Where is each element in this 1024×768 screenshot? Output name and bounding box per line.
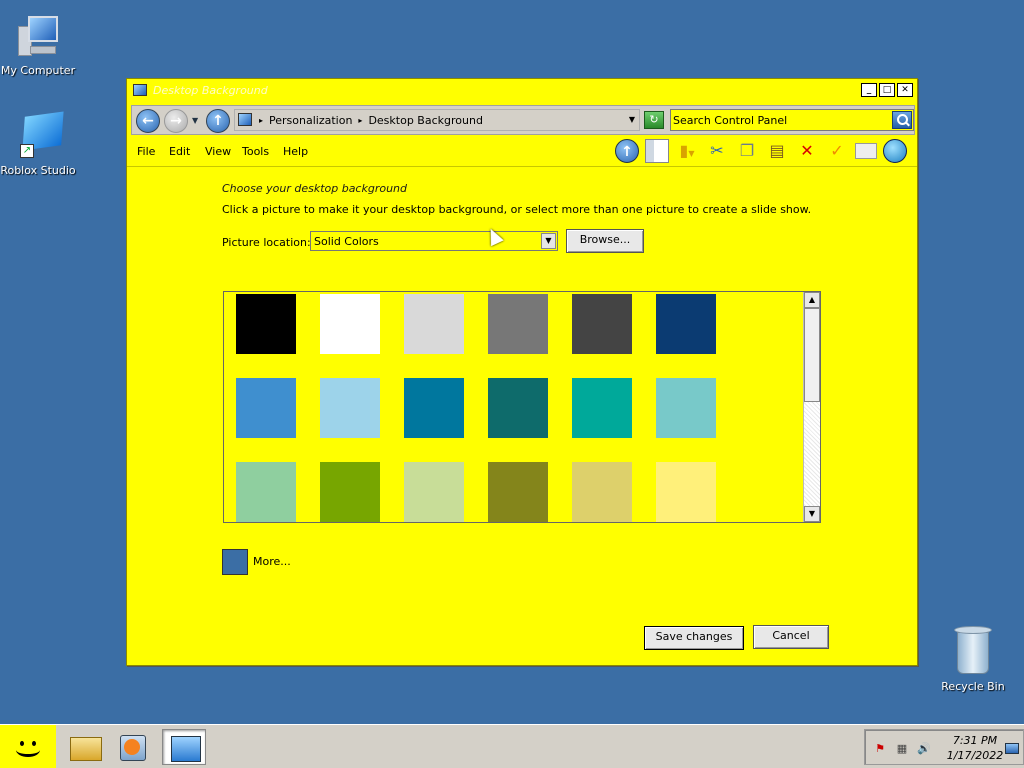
- color-swatch[interactable]: [656, 378, 716, 438]
- clock-date[interactable]: 1/17/2022: [945, 749, 1005, 762]
- paste-icon[interactable]: ▤: [765, 139, 789, 163]
- desktop-background-window: Desktop Background _ □ ✕ ← → ▼ ↑ ▸ Perso…: [126, 78, 918, 666]
- chevron-down-icon[interactable]: ▼: [541, 233, 556, 249]
- color-swatch[interactable]: [404, 294, 464, 354]
- color-swatch[interactable]: [320, 378, 380, 438]
- page-description: Click a picture to make it your desktop …: [222, 203, 812, 216]
- title-bar[interactable]: Desktop Background _ □ ✕: [127, 79, 917, 103]
- desktop-icon-label: Recycle Bin: [941, 680, 1005, 693]
- chevron-down-icon[interactable]: ▼: [629, 115, 635, 124]
- color-swatch[interactable]: [572, 378, 632, 438]
- color-swatch[interactable]: [320, 294, 380, 354]
- scroll-down-button[interactable]: ▼: [804, 506, 820, 522]
- color-swatch[interactable]: [656, 462, 716, 522]
- computer-icon: [14, 14, 62, 62]
- start-button[interactable]: [0, 725, 56, 768]
- desktop-icon-recycle-bin[interactable]: Recycle Bin: [935, 624, 1011, 693]
- more-color-swatch[interactable]: [222, 549, 248, 575]
- more-link[interactable]: More...: [253, 555, 291, 568]
- recycle-bin-icon: [950, 624, 996, 678]
- control-panel-icon: [133, 84, 147, 96]
- desktop-icon-my-computer[interactable]: My Computer: [0, 14, 76, 77]
- back-button[interactable]: ←: [136, 109, 160, 133]
- system-tray: ⚑ ▦ 🔊 7:31 PM 1/17/2022: [864, 729, 1024, 765]
- folders-icon[interactable]: ▮▼: [675, 139, 699, 163]
- show-desktop-button[interactable]: [1005, 743, 1019, 754]
- minimize-button[interactable]: _: [861, 83, 877, 97]
- color-swatch[interactable]: [236, 294, 296, 354]
- menu-edit[interactable]: Edit: [169, 145, 190, 158]
- desktop-icon-label: Roblox Studio: [0, 164, 76, 177]
- scrollbar[interactable]: ▲ ▼: [803, 292, 820, 522]
- menu-bar: File Edit View Tools Help ↑ ▮▼ ✂ ❐ ▤ ✕ ✓: [127, 137, 917, 167]
- page-heading: Choose your desktop background: [222, 182, 408, 195]
- address-row: ← → ▼ ↑ ▸ Personalization ▸ Desktop Back…: [131, 105, 915, 135]
- volume-icon[interactable]: 🔊: [917, 742, 931, 756]
- media-player-icon[interactable]: [110, 729, 154, 765]
- picture-location-label: Picture location:: [222, 236, 311, 249]
- menu-view[interactable]: View: [205, 145, 231, 158]
- roblox-studio-icon: ↗: [12, 111, 64, 162]
- cancel-button[interactable]: Cancel: [753, 625, 829, 649]
- color-swatch[interactable]: [236, 462, 296, 522]
- action-center-icon[interactable]: ⚑: [873, 742, 887, 756]
- explorer-icon[interactable]: [62, 729, 106, 765]
- close-button[interactable]: ✕: [897, 83, 913, 97]
- menu-file[interactable]: File: [137, 145, 155, 158]
- network-icon[interactable]: ▦: [895, 742, 909, 756]
- browse-button[interactable]: Browse...: [566, 229, 644, 253]
- check-icon[interactable]: ✓: [825, 139, 849, 163]
- breadcrumb-desktop-background[interactable]: Desktop Background: [368, 114, 483, 127]
- copy-icon[interactable]: ❐: [735, 139, 759, 163]
- color-swatch[interactable]: [404, 462, 464, 522]
- search-box[interactable]: [670, 109, 914, 131]
- picture-list: ▲ ▼: [223, 291, 821, 523]
- menu-help[interactable]: Help: [283, 145, 308, 158]
- scroll-up-button[interactable]: ▲: [804, 292, 820, 308]
- breadcrumb-personalization[interactable]: Personalization: [269, 114, 352, 127]
- menu-tools[interactable]: Tools: [242, 145, 269, 158]
- control-panel-icon: [238, 113, 252, 126]
- scroll-thumb[interactable]: [804, 308, 820, 402]
- cut-icon[interactable]: ✂: [705, 139, 729, 163]
- properties-icon[interactable]: [855, 143, 877, 159]
- color-swatch[interactable]: [488, 462, 548, 522]
- address-bar[interactable]: ▸ Personalization ▸ Desktop Background ▼: [234, 109, 640, 131]
- delete-icon[interactable]: ✕: [795, 139, 819, 163]
- color-swatch[interactable]: [236, 378, 296, 438]
- up-icon[interactable]: ↑: [615, 139, 639, 163]
- up-button[interactable]: ↑: [206, 109, 230, 133]
- chevron-right-icon: ▸: [259, 116, 264, 125]
- color-swatch[interactable]: [320, 462, 380, 522]
- color-swatch[interactable]: [488, 294, 548, 354]
- refresh-button[interactable]: ↻: [644, 111, 664, 129]
- smiley-icon: [10, 729, 46, 765]
- maximize-button[interactable]: □: [879, 83, 895, 97]
- control-panel-icon[interactable]: [162, 729, 206, 765]
- color-swatch[interactable]: [572, 462, 632, 522]
- picture-location-select[interactable]: Solid Colors ▼: [310, 231, 558, 251]
- search-icon[interactable]: [892, 111, 912, 129]
- save-changes-button[interactable]: Save changes: [644, 626, 744, 650]
- forward-button[interactable]: →: [164, 109, 188, 133]
- taskbar: ⚑ ▦ 🔊 7:31 PM 1/17/2022: [0, 724, 1024, 768]
- color-swatch[interactable]: [572, 294, 632, 354]
- picture-location-value: Solid Colors: [314, 235, 379, 248]
- color-swatch[interactable]: [404, 378, 464, 438]
- search-input[interactable]: [673, 112, 887, 128]
- color-swatch[interactable]: [488, 378, 548, 438]
- chevron-right-icon: ▸: [358, 116, 363, 125]
- panes-icon[interactable]: [645, 139, 669, 163]
- desktop-icon-label: My Computer: [0, 64, 76, 77]
- clock-time[interactable]: 7:31 PM: [947, 734, 1003, 747]
- window-title: Desktop Background: [153, 84, 268, 97]
- color-swatch[interactable]: [656, 294, 716, 354]
- views-icon[interactable]: [883, 139, 907, 163]
- recent-pages-dropdown[interactable]: ▼: [192, 116, 198, 125]
- desktop-icon-roblox-studio[interactable]: ↗ Roblox Studio: [0, 111, 76, 177]
